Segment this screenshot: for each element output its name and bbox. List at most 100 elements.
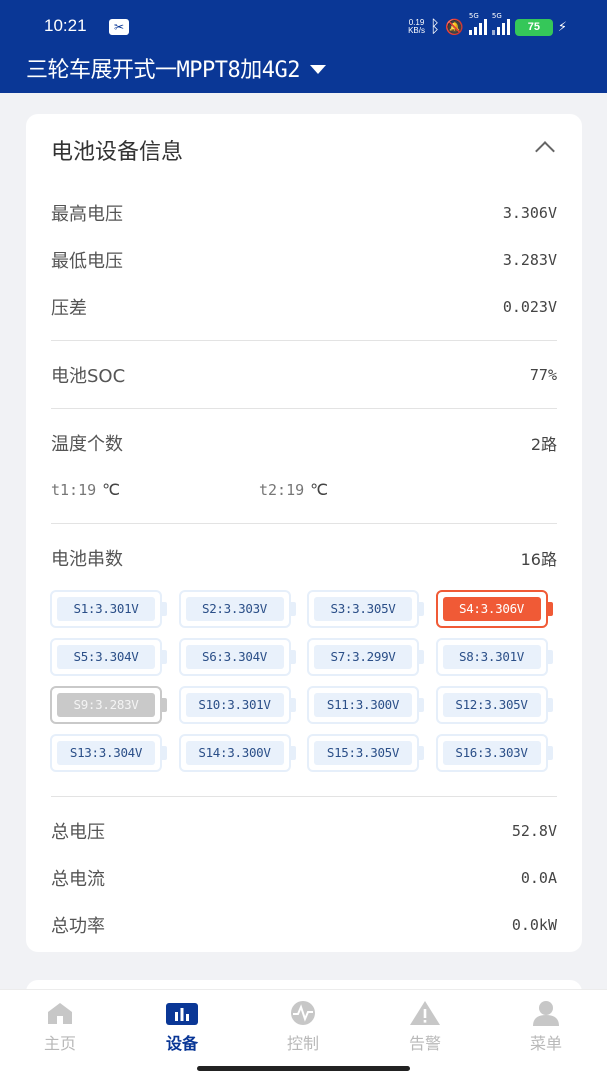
battery-cell-voltage: S5:3.304V [57, 645, 155, 669]
voltage-diff-value: 0.023V [502, 298, 557, 316]
max-voltage-value: 3.306V [502, 204, 557, 222]
net-speed: 0.19 KB/s [408, 19, 425, 35]
cell-count-row: 电池串数 16路 [51, 545, 557, 571]
status-bar: 10:21 ✂ 0.19 KB/s ᛒ 🔕 5G 5G 75 ⚡ [0, 0, 607, 48]
home-indicator[interactable] [197, 1066, 410, 1071]
signal-1-icon [468, 19, 487, 35]
battery-terminal [290, 650, 296, 664]
battery-cell: S4:3.306V [435, 590, 553, 628]
nav-home[interactable]: 主页 [15, 1000, 105, 1054]
total-power-row: 总功率 0.0kW [51, 912, 557, 938]
total-current-label: 总电流 [51, 869, 105, 890]
battery-cell: S9:3.283V [50, 686, 167, 724]
nav-control[interactable]: 控制 [258, 1000, 348, 1054]
signal-1: 5G [468, 12, 487, 35]
temp-sensor-1: t1:19 ℃ [51, 480, 120, 499]
battery-cell: S6:3.304V [178, 638, 296, 676]
battery-cell: S15:3.305V [307, 734, 424, 772]
nav-alarm[interactable]: 告警 [380, 1000, 470, 1054]
total-power-label: 总功率 [51, 916, 105, 937]
nav-home-label[interactable]: 主页 [15, 1030, 105, 1054]
battery-cell-voltage: S16:3.303V [442, 741, 541, 765]
battery-terminal [162, 602, 167, 616]
total-current-value: 0.0A [520, 869, 557, 887]
temp-sensor-2: t2:19 ℃ [259, 480, 328, 499]
total-voltage-label: 总电压 [51, 822, 105, 843]
min-voltage-row: 最低电压 3.283V [51, 247, 557, 273]
battery-terminal [419, 650, 424, 664]
network-type-1: 5G [468, 12, 479, 20]
battery-terminal [290, 746, 296, 760]
soc-row: 电池SOC 77% [51, 362, 557, 388]
temperature-list: t1:19 ℃ t2:19 ℃ [51, 480, 557, 504]
divider [51, 796, 557, 797]
temp-count-label: 温度个数 [51, 434, 123, 455]
signal-2: 5G [491, 12, 510, 35]
battery-terminal [547, 698, 553, 712]
total-voltage-row: 总电压 52.8V [51, 818, 557, 844]
battery-cell-voltage: S11:3.300V [314, 693, 412, 717]
max-voltage-row: 最高电压 3.306V [51, 200, 557, 226]
battery-terminal [290, 698, 296, 712]
home-icon[interactable] [44, 1000, 76, 1026]
cell-voltage-grid: S1:3.301V S2:3.303V S3:3.305V S4:3.306V S5:3… [50, 590, 560, 780]
status-time: 10:21 [44, 16, 87, 35]
battery-icon: 75 [514, 18, 553, 36]
cell-count-label: 电池串数 [51, 549, 123, 570]
battery-terminal [419, 602, 424, 616]
device-title[interactable]: 三轮车展开式一MPPT8加4G2 [26, 52, 300, 84]
status-icons: 0.19 KB/s ᛒ 🔕 5G 5G 75 ⚡ [408, 12, 567, 38]
battery-cell: S12:3.305V [435, 686, 553, 724]
battery-cell: S13:3.304V [50, 734, 167, 772]
menu-user-icon[interactable] [530, 1000, 562, 1026]
total-voltage-value: 52.8V [511, 822, 557, 840]
network-type-2: 5G [491, 12, 502, 20]
nav-menu[interactable]: 菜单 [501, 1000, 591, 1054]
divider [51, 523, 557, 524]
control-pulse-icon[interactable] [287, 1000, 319, 1026]
net-speed-unit: KB/s [408, 26, 425, 35]
soc-value: 77% [529, 366, 557, 384]
chevron-up-icon[interactable] [535, 141, 555, 161]
nav-menu-label[interactable]: 菜单 [501, 1030, 591, 1054]
temp-1-value: t1:19 [51, 480, 97, 499]
voltage-diff-label: 压差 [51, 298, 87, 319]
device-selector[interactable]: 三轮车展开式一MPPT8加4G2 [26, 52, 326, 84]
nav-device-label[interactable]: 设备 [137, 1030, 227, 1054]
battery-cell: S5:3.304V [50, 638, 167, 676]
caret-down-icon[interactable] [309, 65, 326, 74]
temp-count-row: 温度个数 2路 [51, 430, 557, 456]
battery-cell-voltage: S2:3.303V [185, 597, 284, 621]
battery-cell: S8:3.301V [435, 638, 553, 676]
temp-2-value: t2:19 [259, 480, 305, 499]
battery-cell: S2:3.303V [178, 590, 296, 628]
nav-control-label[interactable]: 控制 [258, 1030, 348, 1054]
battery-terminal [419, 698, 424, 712]
battery-cell: S14:3.300V [178, 734, 296, 772]
nav-device[interactable]: 设备 [137, 1000, 227, 1054]
battery-terminal [162, 698, 167, 712]
app-notification-icon: ✂ [109, 19, 129, 35]
battery-cell: S7:3.299V [307, 638, 424, 676]
voltage-diff-row: 压差 0.023V [51, 294, 557, 320]
battery-cell: S10:3.301V [178, 686, 296, 724]
temp-2-unit: ℃ [310, 480, 329, 499]
battery-cell: S11:3.300V [307, 686, 424, 724]
battery-cell-voltage: S14:3.300V [185, 741, 284, 765]
battery-terminal [547, 602, 553, 616]
battery-cell: S16:3.303V [435, 734, 553, 772]
signal-2-icon [491, 19, 510, 35]
alarm-warning-icon[interactable] [409, 1000, 441, 1026]
battery-cell-voltage: S1:3.301V [57, 597, 155, 621]
battery-cell-voltage: S3:3.305V [314, 597, 412, 621]
battery-cell-voltage: S13:3.304V [57, 741, 155, 765]
nav-alarm-label[interactable]: 告警 [380, 1030, 470, 1054]
temp-count-value: 2路 [530, 435, 557, 454]
battery-terminal [290, 602, 296, 616]
battery-cell-voltage: S8:3.301V [442, 645, 541, 669]
total-current-row: 总电流 0.0A [51, 865, 557, 891]
battery-terminal [547, 650, 553, 664]
battery-cell: S3:3.305V [307, 590, 424, 628]
divider [51, 408, 557, 409]
device-chart-icon[interactable] [166, 1000, 198, 1026]
